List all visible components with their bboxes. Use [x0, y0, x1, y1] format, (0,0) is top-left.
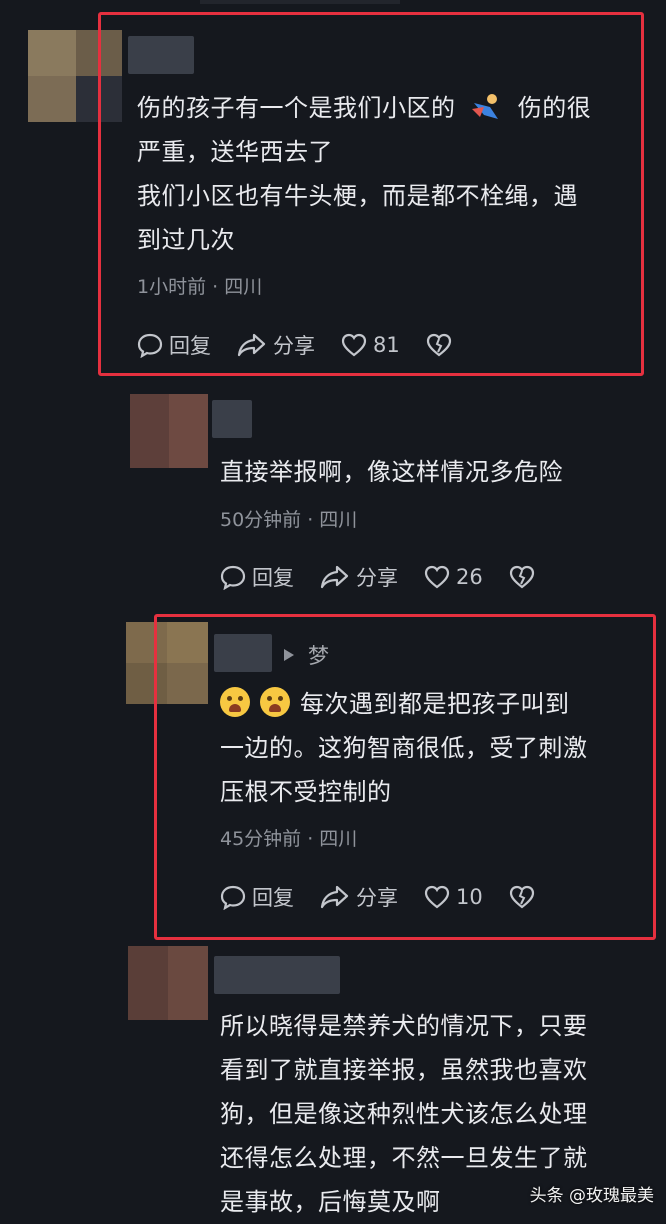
comment-actions: 回复 分享 26 [220, 562, 567, 592]
cropped-previous-content [200, 0, 400, 4]
share-button[interactable]: 分享 [320, 562, 398, 592]
highlight-box [154, 614, 656, 940]
username-blurred[interactable] [214, 956, 340, 994]
reply-label: 回复 [252, 566, 294, 590]
watermark: 头条 @玫瑰最美 [529, 1186, 654, 1206]
comment-text: 直接举报啊，像这样情况多危险 [220, 458, 563, 486]
like-count: 26 [456, 565, 483, 589]
dislike-button[interactable] [509, 565, 541, 589]
heart-icon [424, 565, 450, 589]
like-button[interactable]: 26 [424, 565, 483, 589]
share-icon [320, 565, 349, 589]
share-label: 分享 [356, 566, 398, 590]
comment-meta: 50分钟前 · 四川 [220, 509, 358, 531]
reply-icon [220, 565, 246, 590]
username-blurred[interactable] [212, 400, 252, 438]
avatar[interactable] [128, 946, 208, 1020]
highlight-box [98, 12, 644, 376]
avatar[interactable] [130, 394, 208, 468]
reply-button[interactable]: 回复 [220, 562, 294, 592]
broken-heart-icon [509, 565, 534, 589]
